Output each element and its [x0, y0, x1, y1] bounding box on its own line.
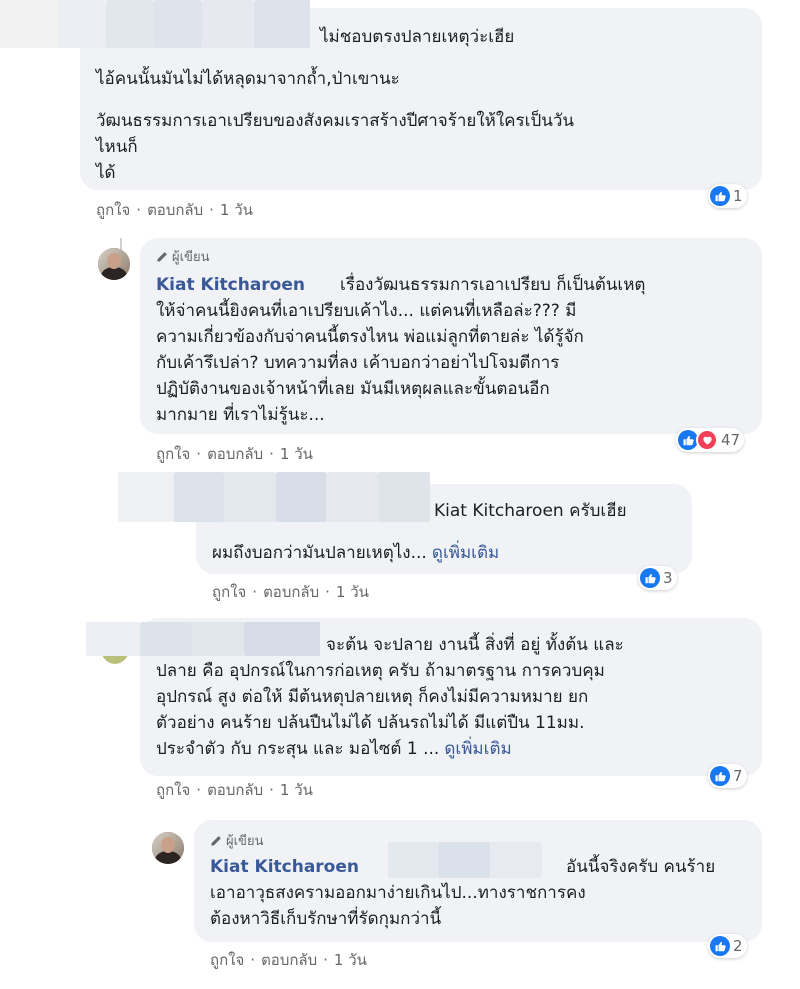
separator-dot: ·: [325, 583, 330, 601]
comment-text-line: ไม่ชอบตรงปลายเหตุว่ะเฮีย: [320, 27, 515, 47]
comment-timestamp[interactable]: 1 วัน: [334, 948, 367, 972]
redacted-name: [202, 0, 254, 48]
reply-button[interactable]: ตอบกลับ: [147, 198, 203, 222]
comment-text: ปลาย คือ อุปกรณ์ในการก่อเหตุ ครับ ถ้ามาต…: [156, 661, 605, 733]
avatar[interactable]: [98, 248, 130, 280]
like-button[interactable]: ถูกใจ: [156, 442, 190, 466]
comment-text-line: อันนี้จริงครับ คนร้าย: [566, 857, 716, 877]
reaction-count: 3: [663, 569, 673, 587]
redacted-name: [192, 622, 244, 656]
redacted-name: [154, 0, 202, 48]
reply-button[interactable]: ตอบกลับ: [207, 778, 263, 802]
redacted-name: [106, 0, 154, 48]
author-badge: ผู้เขียน: [210, 830, 263, 851]
comment-text-line: จะต้น จะปลาย งานนี้ สิ่งที่ อยู่ ทั้งต้น…: [326, 635, 624, 655]
comment-timestamp[interactable]: 1 วัน: [280, 442, 313, 466]
redacted-name: [58, 0, 106, 48]
comment-timestamp[interactable]: 1 วัน: [280, 778, 313, 802]
reaction-summary[interactable]: 3: [638, 566, 677, 590]
separator-dot: ·: [209, 201, 214, 219]
redacted-name: [118, 472, 174, 522]
reply-button[interactable]: ตอบกลับ: [261, 948, 317, 972]
redacted-name: [388, 842, 438, 878]
redacted-name: [224, 472, 276, 522]
like-button[interactable]: ถูกใจ: [96, 198, 130, 222]
reaction-count: 1: [733, 187, 743, 205]
reaction-summary[interactable]: 7: [708, 764, 747, 788]
comment-text-line: ไอ้คนนั้นมันไม่ได้หลุดมาจากถ้ำ,ป่าเขานะ: [96, 69, 400, 89]
heart-icon: [696, 429, 718, 451]
redacted-name: [86, 622, 140, 656]
like-icon: [710, 186, 730, 206]
like-icon: [678, 430, 698, 450]
reply-button[interactable]: ตอบกลับ: [263, 580, 319, 604]
separator-dot: ·: [252, 583, 258, 601]
redacted-name: [140, 622, 192, 656]
comment-author[interactable]: Kiat Kitcharoen: [210, 854, 359, 880]
reaction-count: 7: [733, 767, 743, 785]
redacted-name: [254, 0, 310, 48]
redacted-name: [438, 842, 490, 878]
redacted-name: [490, 842, 542, 878]
redacted-name: [174, 472, 224, 522]
comment-actions: ถูกใจ · ตอบกลับ · 1 วัน: [96, 198, 253, 222]
comment-timestamp[interactable]: 1 วัน: [336, 580, 369, 604]
redacted-name: [378, 472, 430, 522]
see-more-link[interactable]: ดูเพิ่มเติม: [432, 543, 499, 563]
comment-actions: ถูกใจ · ตอบกลับ · 1 วัน: [156, 778, 313, 802]
separator-dot: ·: [269, 781, 274, 799]
reaction-count: 47: [721, 431, 741, 449]
comment-actions: ถูกใจ · ตอบกลับ · 1 วัน: [212, 580, 369, 604]
comment-actions: ถูกใจ · ตอบกลับ · 1 วัน: [156, 442, 313, 466]
comment-timestamp[interactable]: 1 วัน: [220, 198, 253, 222]
redacted-name: [276, 472, 326, 522]
comment-text: เอาอาวุธสงครามออกมาง่ายเกินไป...ทางราชกา…: [210, 883, 586, 929]
comment-text: ประจำตัว กับ กระสุน และ มอไซต์ 1 ...: [156, 739, 440, 759]
pencil-icon: [157, 251, 167, 261]
author-badge: ผู้เขียน: [156, 246, 209, 267]
comment-text: ผมถึงบอกว่ามันปลายเหตุไง...: [212, 543, 427, 563]
comment-text-line: ประจำตัว กับ กระสุน และ มอไซต์ 1 ... ดูเ…: [156, 736, 512, 762]
like-icon: [640, 568, 660, 588]
separator-dot: ·: [250, 951, 256, 969]
redacted-name: [0, 0, 58, 48]
reaction-summary[interactable]: 2: [708, 934, 747, 958]
like-button[interactable]: ถูกใจ: [156, 778, 190, 802]
pencil-icon: [211, 835, 221, 845]
reaction-summary[interactable]: 1: [708, 184, 747, 208]
comment-actions: ถูกใจ · ตอบกลับ · 1 วัน: [210, 948, 367, 972]
like-icon: [710, 936, 730, 956]
avatar[interactable]: [152, 832, 184, 864]
like-button[interactable]: ถูกใจ: [212, 580, 246, 604]
redacted-name: [326, 472, 378, 522]
author-badge-label: ผู้เขียน: [226, 834, 264, 849]
comment-text-first: เรื่องวัฒนธรรมการเอาเปรียบ ก็เป็นต้นเหตุ…: [156, 275, 646, 425]
reply-button[interactable]: ตอบกลับ: [207, 442, 263, 466]
redacted-name: [244, 622, 320, 656]
reaction-count: 2: [733, 937, 743, 955]
separator-dot: ·: [196, 781, 202, 799]
separator-dot: ·: [323, 951, 328, 969]
like-icon: [710, 766, 730, 786]
author-badge-label: ผู้เขียน: [172, 250, 210, 265]
separator-dot: ·: [269, 445, 274, 463]
comment-text-line: ผมถึงบอกว่ามันปลายเหตุไง... ดูเพิ่มเติม: [212, 540, 499, 566]
separator-dot: ·: [136, 201, 142, 219]
comment-text-line: วัฒนธรรมการเอาเปรียบของสังคมเราสร้างปีศา…: [96, 111, 575, 183]
reaction-summary[interactable]: 47: [676, 428, 745, 452]
see-more-link[interactable]: ดูเพิ่มเติม: [444, 739, 511, 759]
separator-dot: ·: [196, 445, 202, 463]
comment-text-line: Kiat Kitcharoen ครับเฮีย: [434, 501, 627, 521]
like-button[interactable]: ถูกใจ: [210, 948, 244, 972]
